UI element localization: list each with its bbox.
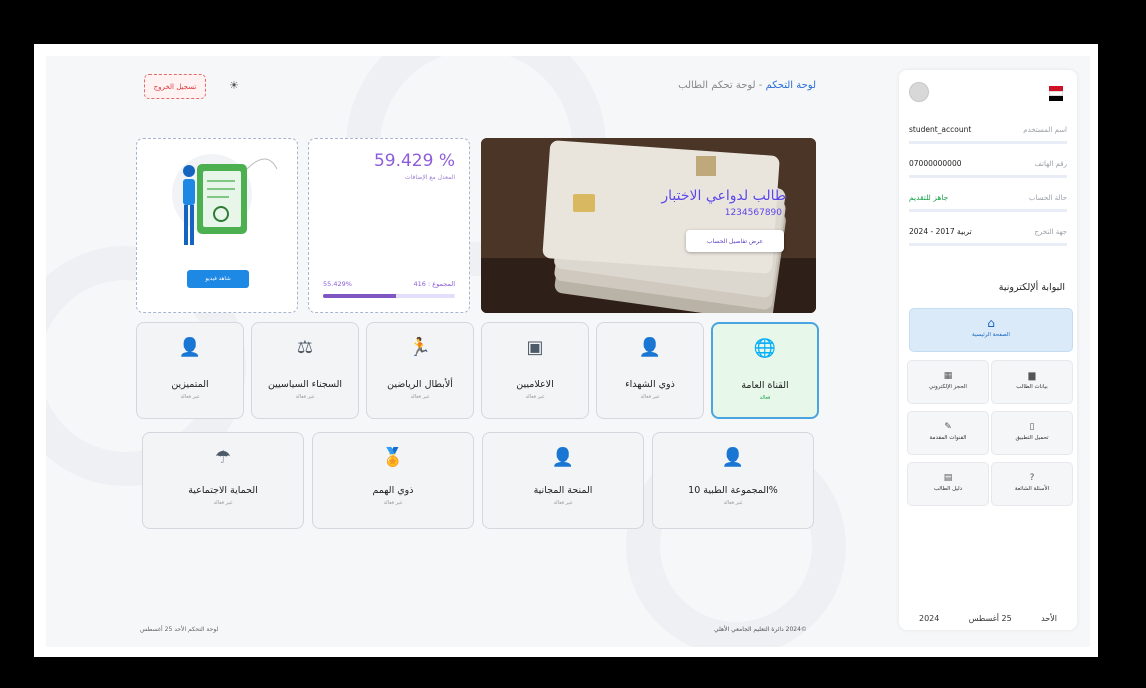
total-progress-fill <box>323 294 396 298</box>
category-card[interactable]: 👤 المتميزين غير فعالة <box>136 322 244 419</box>
calendar-icon: ▦ <box>943 371 953 381</box>
sidebar: اسم المستخدم student_account رقم الهاتف … <box>899 70 1077 630</box>
scales-icon: ⚖ <box>296 337 314 358</box>
total-label: المجموع : 416 <box>413 280 455 288</box>
portal-title: البوابة ألإلكترونية <box>998 282 1065 293</box>
watch-video-button[interactable]: شاهد فيديو <box>187 270 249 288</box>
category-title: المنحة المجانية <box>533 485 593 496</box>
rate-card: 59.429 % المعدل مع الإضافات 55.429% المج… <box>308 138 470 313</box>
sidebar-tile-label: دليل الطالب <box>933 486 963 492</box>
photo-student-number: 1234567890 <box>724 208 782 218</box>
globe-icon: 🌐 <box>753 338 777 359</box>
sidebar-tile-label: القنوات المقدمة <box>929 435 967 441</box>
footer-right: ©2024 دائرة التعليم الجامعي الأهلي <box>714 626 807 633</box>
breadcrumb-main[interactable]: لوحة التحكم <box>766 80 816 91</box>
id-card-icon: ▆ <box>1028 371 1036 381</box>
account-details-button[interactable]: عرض تفاصيل الحساب <box>686 230 784 252</box>
camera-icon: ▣ <box>526 337 544 358</box>
page-title: لوحة التحكم - لوحة تحكم الطالب <box>678 80 816 91</box>
rate-value: 59.429 % <box>373 151 455 171</box>
sidebar-date: الأحد 25 أغسطس 2024 <box>919 614 1057 623</box>
doctor-icon: 👤 <box>721 447 745 468</box>
sidebar-item-home[interactable]: ⌂ الصفحة الرئيسية <box>909 308 1073 352</box>
umbrella-icon: ☂ <box>214 447 232 468</box>
sidebar-tile[interactable]: ✎ القنوات المقدمة <box>907 411 989 455</box>
sidebar-tile-label: بيانات الطالب <box>1016 384 1048 390</box>
category-title: ذوي الشهداء <box>625 379 675 390</box>
category-card[interactable]: 👤 ذوي الشهداء غير فعالة <box>596 322 704 419</box>
category-card[interactable]: 🏅 ذوي الهمم غير فعالة <box>312 432 474 529</box>
info-row-graduation: جهة التخرج تربية 2017 - 2024 <box>909 220 1067 246</box>
sidebar-tile[interactable]: ▯ تحميل التطبيق <box>991 411 1073 455</box>
id-cards-image <box>481 138 816 313</box>
category-title: القناة العامة <box>741 380 789 391</box>
category-status: غير فعالة <box>180 394 200 400</box>
phone-icon: ▯ <box>1029 422 1035 432</box>
category-status: غير فعالة <box>640 394 660 400</box>
category-status: غير فعالة <box>723 500 743 506</box>
user-check-icon: 👤 <box>178 337 202 358</box>
category-card[interactable]: 🏃 ألأبطال الرياضين غير فعالة <box>366 322 474 419</box>
sidebar-tile[interactable]: ▦ الحجز الإلكتروني <box>907 360 989 404</box>
question-icon: ? <box>1029 473 1035 483</box>
category-card[interactable]: 👤 المنحة المجانية غير فعالة <box>482 432 644 529</box>
category-status: فعالة <box>759 395 771 401</box>
category-card[interactable]: ⚖ السجناء السياسيين غير فعالة <box>251 322 359 419</box>
total-progress-bar <box>323 294 455 298</box>
category-title: ألأبطال الرياضين <box>387 379 453 390</box>
runner-icon: 🏃 <box>408 337 432 358</box>
medal-icon: 🏅 <box>381 447 405 468</box>
sidebar-tile-label: الأسئلة الشائعة <box>1014 486 1050 492</box>
avatar[interactable] <box>909 82 929 102</box>
sidebar-tile[interactable]: ▤ دليل الطالب <box>907 462 989 506</box>
info-row-username: اسم المستخدم student_account <box>909 118 1067 144</box>
flag-icon <box>1049 86 1063 101</box>
photo-student-name: طالب لدواعي الاختبار <box>661 188 786 204</box>
breadcrumb-sub: لوحة تحكم الطالب <box>678 80 756 91</box>
category-status: غير فعالة <box>213 500 233 506</box>
category-status: غير فعالة <box>383 500 403 506</box>
sun-icon[interactable]: ☀ <box>229 79 239 92</box>
category-title: الاعلاميين <box>516 379 554 390</box>
footer-left: لوحة التحكم الأحد 25 أغسطس <box>140 626 219 633</box>
doctor-icon: 👤 <box>551 447 575 468</box>
sidebar-tile[interactable]: ▆ بيانات الطالب <box>991 360 1073 404</box>
category-card[interactable]: 🌐 القناة العامة فعالة <box>711 322 819 419</box>
sidebar-tile[interactable]: ? الأسئلة الشائعة <box>991 462 1073 506</box>
edit-icon: ✎ <box>944 422 952 432</box>
app-screen: لوحة التحكم - لوحة تحكم الطالب تسجيل الخ… <box>46 56 1090 647</box>
video-card: شاهد فيديو <box>136 138 298 313</box>
category-card[interactable]: ☂ الحماية الاجتماعية غير فعالة <box>142 432 304 529</box>
category-title: الحماية الاجتماعية <box>188 485 258 496</box>
category-card[interactable]: 👤 %المجموعة الطبية 10 غير فعالة <box>652 432 814 529</box>
category-status: غير فعالة <box>410 394 430 400</box>
category-status: غير فعالة <box>553 500 573 506</box>
rate-caption: المعدل مع الإضافات <box>405 174 455 181</box>
book-icon: ▤ <box>943 473 953 483</box>
id-card-photo: طالب لدواعي الاختبار 1234567890 عرض تفاص… <box>481 138 816 313</box>
user-shield-icon: 👤 <box>638 337 662 358</box>
category-title: المتميزين <box>171 379 209 390</box>
sidebar-tile-label: تحميل التطبيق <box>1015 435 1049 441</box>
logout-button[interactable]: تسجيل الخروج <box>144 74 206 99</box>
category-status: غير فعالة <box>525 394 545 400</box>
student-illustration <box>172 154 278 245</box>
info-row-phone: رقم الهاتف 07000000000 <box>909 152 1067 178</box>
rate-footer: 55.429% المجموع : 416 <box>323 280 455 288</box>
category-card[interactable]: ▣ الاعلاميين غير فعالة <box>481 322 589 419</box>
info-row-status: حالة الحساب جاهز للتقديم <box>909 186 1067 212</box>
category-status: غير فعالة <box>295 394 315 400</box>
category-title: %المجموعة الطبية 10 <box>688 485 778 496</box>
total-percent: 55.429% <box>323 280 352 288</box>
sidebar-tile-label: الحجز الإلكتروني <box>929 384 967 390</box>
home-icon: ⌂ <box>987 316 995 330</box>
category-title: السجناء السياسيين <box>267 379 343 390</box>
category-title: ذوي الهمم <box>372 485 414 496</box>
